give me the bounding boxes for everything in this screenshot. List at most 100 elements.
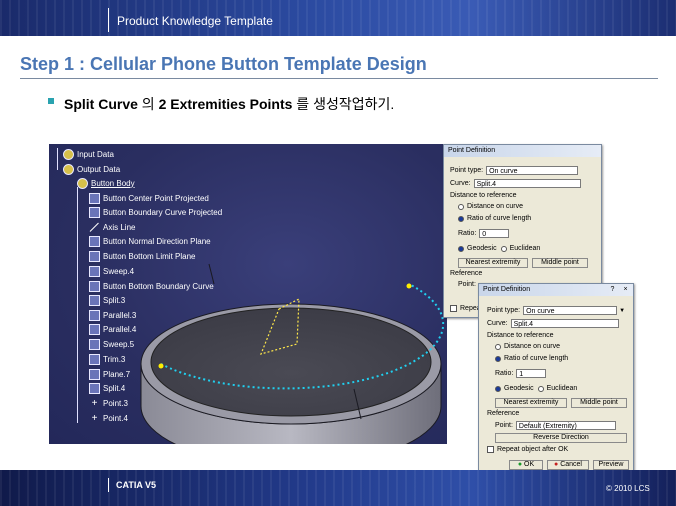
bullet-bold-1: Split Curve [64, 96, 138, 112]
distance-option-label: Distance on curve [504, 343, 561, 350]
tree-item-label: Button Normal Direction Plane [103, 236, 211, 246]
tree-item[interactable]: Sweep.5 [89, 337, 134, 351]
tree-item-label: Axis Line [103, 222, 136, 232]
tree-item-label: Sweep.4 [103, 266, 135, 276]
point-type-row: Point type: On curve ▼ [487, 306, 625, 315]
ratio-field[interactable]: 0 [479, 229, 510, 238]
ratio-option[interactable]: Ratio of curve length [495, 355, 568, 362]
tree-item[interactable]: + Point.3 [89, 396, 128, 410]
bullet-text-4: 를 생성작업하기. [292, 96, 395, 112]
tree-item-label: Sweep.5 [103, 339, 135, 349]
tree-item[interactable]: Output Data [63, 162, 120, 176]
tree-item-label: Button Body [91, 178, 135, 188]
radio-icon [495, 343, 501, 350]
split-icon [89, 382, 100, 394]
preview-button[interactable]: Preview [593, 460, 629, 470]
help-icon[interactable]: ? [608, 285, 617, 294]
footer-pattern [0, 470, 676, 506]
ratio-option[interactable]: Ratio of curve length [458, 215, 531, 222]
distance-option-label: Distance on curve [467, 203, 524, 210]
tree-item-label: Parallel.3 [103, 310, 137, 320]
header-divider [108, 8, 109, 32]
header-bar: Product Knowledge Template [0, 0, 676, 36]
curve-row: Curve: Split.4 [450, 179, 581, 188]
nearest-extremity-button[interactable]: Nearest extremity [495, 398, 567, 408]
ok-button[interactable]: ● OK [509, 460, 543, 470]
tree-item[interactable]: Button Bottom Limit Plane [89, 249, 196, 263]
point-definition-dialog[interactable]: Point Definition ? × Point type: On curv… [478, 283, 634, 478]
ratio-label: Ratio: [458, 230, 477, 237]
point-type-select[interactable]: On curve [523, 306, 618, 315]
tree-item-label: Output Data [77, 164, 121, 174]
reverse-direction-button[interactable]: Reverse Direction [495, 433, 627, 443]
tree-item[interactable]: Button Bottom Boundary Curve [89, 279, 214, 293]
reference-group-label: Reference [487, 410, 520, 417]
curve-icon [89, 280, 100, 292]
footer-bar: CATIA V5 © 2010 LCS [0, 470, 676, 506]
tree-item[interactable]: Parallel.3 [89, 308, 136, 322]
euclidean-label: Euclidean [509, 245, 541, 252]
curve-field[interactable]: Split.4 [510, 319, 619, 328]
curve-field[interactable]: Split.4 [473, 179, 581, 188]
parallel-icon [89, 323, 100, 335]
tree-item[interactable]: Input Data [63, 147, 114, 161]
dialog-title-bar[interactable]: Point Definition [444, 145, 601, 157]
catia-viewport[interactable]: Input Data Output Data Button Body Butto… [49, 144, 447, 444]
cancel-button[interactable]: ● Cancel [547, 460, 589, 470]
tree-item[interactable]: + Point.4 [89, 411, 128, 425]
repeat-label: Repeat object after OK [497, 446, 569, 453]
point-type-select[interactable]: On curve [486, 166, 579, 175]
bullet-bold-2: 2 Extremities Points [158, 96, 293, 112]
chevron-down-icon[interactable]: ▼ [619, 308, 625, 314]
ratio-option-label: Ratio of curve length [504, 355, 569, 362]
footer-product: CATIA V5 [116, 480, 157, 490]
distance-option[interactable]: Distance on curve [495, 343, 560, 350]
tree-item[interactable]: Button Normal Direction Plane [89, 234, 211, 248]
tree-item[interactable]: Split.3 [89, 293, 125, 307]
ratio-field[interactable]: 1 [516, 369, 547, 378]
nearest-extremity-button[interactable]: Nearest extremity [458, 258, 528, 268]
curve-label: Curve: [450, 180, 471, 187]
footer-divider [108, 478, 109, 492]
dialog-title-bar[interactable]: Point Definition ? × [479, 284, 633, 296]
trim-icon [89, 353, 100, 365]
gear-icon [63, 148, 74, 160]
header-title: Product Knowledge Template [117, 14, 273, 28]
bullet-text-2: 의 [137, 96, 159, 112]
distance-group-label: Distance to reference [450, 192, 517, 199]
tree-item[interactable]: Button Boundary Curve Projected [89, 205, 222, 219]
point-icon: + [91, 397, 98, 409]
distance-option[interactable]: Distance on curve [458, 203, 523, 210]
ratio-row: Ratio: 0 [458, 229, 510, 238]
point-label: Point: [458, 281, 476, 288]
radio-icon [500, 245, 507, 252]
tree-item[interactable]: Sweep.4 [89, 264, 134, 278]
close-icon[interactable]: × [621, 285, 630, 294]
tree-item-label: Plane.7 [103, 369, 131, 379]
repeat-row[interactable]: Repeat object after OK [487, 446, 568, 453]
point-field[interactable]: Default (Extremity) [515, 421, 616, 430]
checkbox-icon [487, 446, 494, 453]
middle-point-button[interactable]: Middle point [532, 258, 588, 268]
middle-point-button[interactable]: Middle point [571, 398, 627, 408]
header-pattern [0, 0, 676, 36]
tree-item[interactable]: Button Center Point Projected [89, 191, 209, 205]
tree-item[interactable]: Axis Line [89, 220, 135, 234]
slide-title: Step 1 : Cellular Phone Button Template … [20, 54, 427, 74]
point-icon [89, 192, 100, 204]
tree-item[interactable]: Trim.3 [89, 352, 125, 366]
spec-tree[interactable]: Input Data Output Data Button Body Butto… [49, 144, 249, 444]
tree-item[interactable]: Button Body [77, 176, 135, 190]
tree-trunk-1 [57, 148, 58, 170]
tree-item[interactable]: Split.4 [89, 381, 125, 395]
tree-trunk-2 [77, 187, 78, 423]
curve-label: Curve: [487, 320, 508, 327]
tree-item[interactable]: Plane.7 [89, 367, 130, 381]
geodesic-option[interactable]: Geodesic Euclidean [458, 245, 540, 252]
geodesic-option[interactable]: Geodesic Euclidean [495, 385, 577, 392]
curve-icon [89, 206, 100, 218]
distance-group-label: Distance to reference [487, 332, 554, 339]
tree-item[interactable]: Parallel.4 [89, 322, 136, 336]
tree-item-label: Button Center Point Projected [103, 193, 209, 203]
radio-icon [537, 385, 544, 392]
